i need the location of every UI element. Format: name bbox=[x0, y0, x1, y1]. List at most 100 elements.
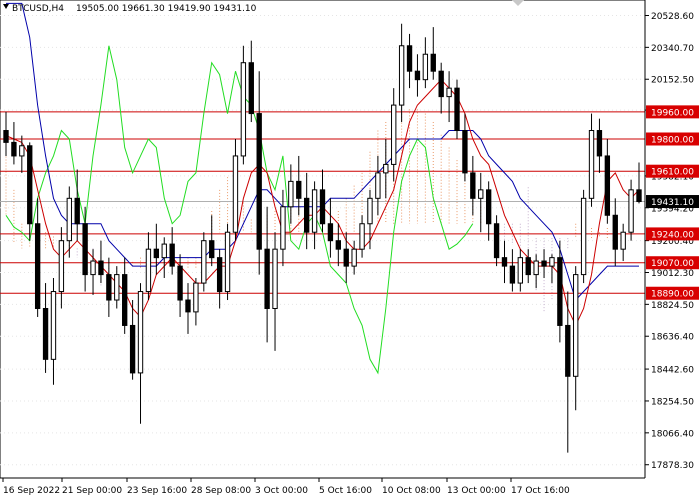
candle-body bbox=[272, 248, 278, 309]
candle-body bbox=[311, 189, 318, 233]
candle-body bbox=[90, 260, 96, 276]
candle-body bbox=[422, 53, 429, 81]
level-badge-label: 19240.00 bbox=[651, 230, 694, 240]
candle-body bbox=[11, 141, 17, 157]
candle-body bbox=[612, 214, 618, 250]
candle-body bbox=[470, 172, 476, 199]
candle-body bbox=[177, 265, 183, 301]
level-badge-label: 18890.00 bbox=[651, 290, 694, 300]
candle bbox=[201, 232, 207, 292]
candle-body bbox=[114, 274, 120, 301]
candle-body bbox=[27, 145, 33, 225]
candle-body bbox=[161, 243, 167, 259]
candle-body bbox=[335, 240, 342, 250]
candle-body bbox=[414, 70, 421, 81]
candle-body bbox=[343, 248, 349, 267]
candle-body bbox=[628, 189, 634, 233]
time-tick-label: 3 Oct 00:00 bbox=[255, 486, 308, 496]
candle-body bbox=[533, 260, 539, 276]
price-tick-label: 20152.50 bbox=[651, 76, 694, 86]
level-badge-label: 19070.00 bbox=[651, 259, 694, 269]
candle-body bbox=[398, 45, 405, 106]
time-tick-label: 13 Oct 00:00 bbox=[447, 486, 506, 496]
candle-body bbox=[549, 257, 555, 267]
candle-body bbox=[446, 87, 452, 98]
candle-body bbox=[501, 257, 508, 267]
price-tick-label: 20528.60 bbox=[651, 12, 694, 22]
candle-body bbox=[280, 206, 286, 250]
candle-body bbox=[478, 189, 484, 199]
candle-body bbox=[375, 172, 381, 199]
price-tick-label: 18442.60 bbox=[651, 366, 694, 376]
time-tick-label: 10 Oct 08:00 bbox=[382, 486, 441, 496]
candle-body bbox=[106, 274, 112, 301]
candle-body bbox=[34, 223, 41, 309]
candle-body bbox=[557, 257, 563, 326]
candle-body bbox=[82, 223, 88, 276]
price-chart[interactable]: 20528.6020340.7020152.5019970.4019582.10… bbox=[0, 0, 699, 499]
chart-window: 20528.6020340.7020152.5019970.4019582.10… bbox=[0, 0, 699, 499]
candle-body bbox=[406, 45, 413, 72]
level-badge-label: 19800.00 bbox=[651, 135, 694, 145]
candle-body bbox=[509, 265, 516, 284]
time-tick-label: 5 Oct 16:00 bbox=[319, 486, 372, 496]
time-tick-label: 21 Sep 00:00 bbox=[62, 486, 122, 496]
candle-body bbox=[74, 197, 80, 225]
candle-body bbox=[462, 130, 468, 174]
level-badge-label: 19610.00 bbox=[651, 168, 694, 178]
candle-body bbox=[438, 70, 444, 98]
candle-body bbox=[98, 260, 104, 276]
candle-body bbox=[454, 87, 460, 132]
time-tick-label: 23 Sep 16:00 bbox=[127, 486, 187, 496]
candle-body bbox=[256, 113, 262, 250]
candle-body bbox=[430, 53, 436, 72]
candle-body bbox=[288, 180, 294, 208]
candle-body bbox=[541, 260, 547, 267]
candle-body bbox=[383, 163, 389, 174]
level-badge-label: 19960.00 bbox=[651, 108, 694, 118]
candle-body bbox=[232, 155, 239, 233]
plot-area bbox=[0, 0, 646, 479]
price-tick-label: 20340.70 bbox=[651, 44, 694, 54]
candle-body bbox=[588, 130, 595, 199]
candle-body bbox=[636, 189, 642, 203]
candle-body bbox=[525, 257, 531, 276]
chart-symbol-label: BTCUSD,H4 bbox=[12, 4, 64, 14]
candle-body bbox=[296, 180, 302, 199]
candle-body bbox=[224, 231, 231, 293]
candle-body bbox=[327, 223, 334, 242]
candle bbox=[240, 45, 247, 165]
candle-body bbox=[137, 291, 144, 374]
candle-body bbox=[620, 231, 626, 250]
candle-body bbox=[185, 299, 191, 313]
candle-body bbox=[359, 223, 365, 250]
candle-body bbox=[596, 130, 603, 157]
candle-body bbox=[153, 248, 160, 259]
candle-body bbox=[319, 189, 326, 225]
candle-body bbox=[240, 62, 247, 157]
candle-body bbox=[50, 291, 57, 360]
candle-body bbox=[3, 130, 9, 143]
candle-body bbox=[193, 282, 199, 313]
price-tick-label: 18636.40 bbox=[651, 333, 694, 343]
candle-body bbox=[201, 240, 207, 284]
candle-body bbox=[573, 274, 579, 377]
time-tick-label: 16 Sep 2022 bbox=[3, 486, 60, 496]
price-tick-label: 18824.50 bbox=[651, 301, 694, 311]
current-price-label: 19431.10 bbox=[651, 198, 694, 208]
candle-body bbox=[391, 104, 397, 165]
candle-body bbox=[248, 62, 254, 115]
candle-body bbox=[367, 197, 373, 225]
candle-body bbox=[493, 223, 500, 259]
candle-body bbox=[122, 274, 128, 326]
candle bbox=[224, 223, 231, 301]
candle-body bbox=[216, 257, 223, 293]
candle bbox=[454, 79, 460, 139]
candle-body bbox=[58, 240, 65, 293]
candle-body bbox=[580, 197, 587, 276]
candle-body bbox=[303, 197, 310, 233]
candle-body bbox=[42, 307, 49, 360]
chart-ohlc-label: 19505.00 19661.30 19419.90 19431.10 bbox=[76, 4, 257, 14]
candle-body bbox=[145, 248, 152, 293]
candle-body bbox=[19, 145, 25, 157]
